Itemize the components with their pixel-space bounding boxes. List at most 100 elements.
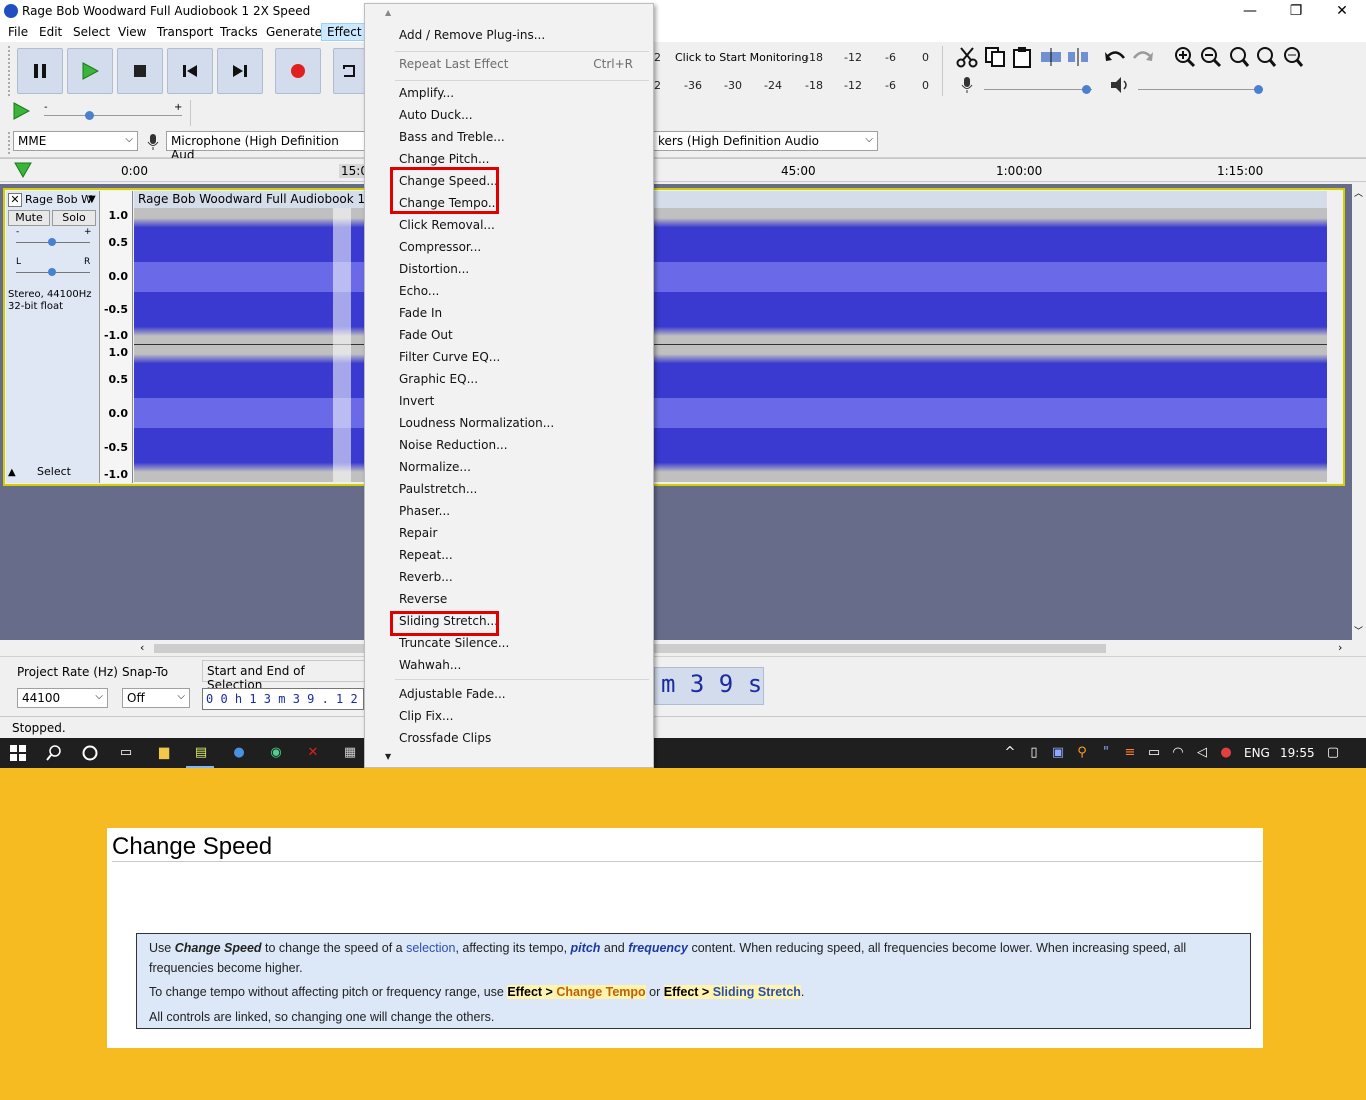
scroll-left-icon[interactable]: ‹ <box>140 641 144 654</box>
wifi-icon[interactable]: ◠ <box>1170 745 1186 761</box>
fit-project-button[interactable] <box>1255 46 1277 71</box>
menu-effect[interactable]: Effect <box>321 23 368 41</box>
menu-item-fade-out[interactable]: Fade Out <box>399 328 453 342</box>
cortana-icon[interactable] <box>82 745 98 764</box>
select-track-button[interactable]: Select <box>24 465 84 481</box>
solo-button[interactable]: Solo <box>52 210 96 226</box>
horizontal-scrollbar[interactable]: ‹ › <box>134 641 1352 655</box>
track-close-button[interactable]: ✕ <box>8 193 22 207</box>
menu-item-reverse[interactable]: Reverse <box>399 592 447 606</box>
clock[interactable]: 19:55 <box>1280 746 1315 760</box>
project-rate-select[interactable]: 44100 ⌵ <box>17 688 108 708</box>
menu-transport[interactable]: Transport <box>157 25 213 39</box>
tray-bars-icon[interactable]: ≡ <box>1122 745 1138 761</box>
vertical-scrollbar[interactable]: ︿ ﹀ <box>1352 184 1366 640</box>
search-icon[interactable] <box>46 745 62 764</box>
gain-slider-thumb[interactable] <box>48 238 56 246</box>
zoom-toggle-button[interactable] <box>1282 46 1304 71</box>
minimize-button[interactable]: — <box>1227 2 1273 20</box>
app-x-icon[interactable]: ✕ <box>305 745 321 761</box>
menu-item-paulstretch[interactable]: Paulstretch... <box>399 482 477 496</box>
menu-item-bass-and-treble[interactable]: Bass and Treble... <box>399 130 505 144</box>
play-at-speed-button[interactable] <box>12 102 32 124</box>
selection-mode-select[interactable]: Start and End of Selection <box>202 660 366 692</box>
cut-button[interactable] <box>956 46 978 71</box>
audio-host-select[interactable]: MME ⌵ <box>13 131 138 151</box>
menu-edit[interactable]: Edit <box>39 25 62 39</box>
tray-expand-icon[interactable]: ^ <box>1002 745 1018 761</box>
menu-item-clip-fix[interactable]: Clip Fix... <box>399 709 453 723</box>
monitor-button[interactable]: Click to Start Monitoring <box>675 51 808 64</box>
mute-button[interactable]: Mute <box>8 210 50 226</box>
menu-item-repair[interactable]: Repair <box>399 526 437 540</box>
frequency-link[interactable]: frequency <box>628 941 688 955</box>
menu-item-click-removal[interactable]: Click Removal... <box>399 218 495 232</box>
menu-item-wahwah[interactable]: Wahwah... <box>399 658 461 672</box>
track-menu-arrow-icon[interactable]: ▼ <box>88 194 96 205</box>
menu-item-amplify[interactable]: Amplify... <box>399 86 454 100</box>
language-indicator[interactable]: ENG <box>1244 746 1270 760</box>
change-tempo-link[interactable]: Change Tempo <box>556 985 645 999</box>
play-button[interactable] <box>67 48 113 94</box>
collapse-arrow-icon[interactable]: ▲ <box>8 467 16 478</box>
fit-selection-button[interactable] <box>1228 46 1250 71</box>
menu-item-distortion[interactable]: Distortion... <box>399 262 469 276</box>
pan-slider-thumb[interactable] <box>48 268 56 276</box>
menu-item-normalize[interactable]: Normalize... <box>399 460 471 474</box>
redo-button[interactable] <box>1130 46 1154 71</box>
menu-item-adjustable-fade[interactable]: Adjustable Fade... <box>399 687 506 701</box>
audio-position-display[interactable]: m 3 9 s <box>654 667 764 705</box>
menu-item-graphic-eq[interactable]: Graphic EQ... <box>399 372 478 386</box>
paste-button[interactable] <box>1011 46 1033 71</box>
playback-volume-slider[interactable] <box>1138 89 1262 90</box>
scroll-right-icon[interactable]: › <box>1338 641 1342 654</box>
zoom-in-button[interactable] <box>1174 46 1196 71</box>
clip-title-bar[interactable]: Rage Bob Woodward Full Audiobook 1 2X <box>134 191 1327 208</box>
stop-button[interactable] <box>117 48 163 94</box>
menu-item-add-remove-plug-ins[interactable]: Add / Remove Plug-ins... <box>399 28 545 42</box>
menu-scroll-up-icon[interactable]: ▲ <box>385 8 391 17</box>
menu-view[interactable]: View <box>118 25 146 39</box>
menu-item-auto-duck[interactable]: Auto Duck... <box>399 108 473 122</box>
menu-path-sliding-stretch[interactable]: Effect > Sliding Stretch <box>663 985 801 999</box>
close-button[interactable]: ✕ <box>1319 2 1365 20</box>
menu-item-truncate-silence[interactable]: Truncate Silence... <box>399 636 509 650</box>
browser-icon[interactable]: ● <box>231 745 247 761</box>
menu-item-echo[interactable]: Echo... <box>399 284 439 298</box>
tray-app-icon[interactable]: ▣ <box>1050 745 1066 761</box>
menu-item-loudness-normalization[interactable]: Loudness Normalization... <box>399 416 554 430</box>
tray-search-icon[interactable]: ⚲ <box>1074 745 1090 761</box>
menu-scroll-down-icon[interactable]: ▼ <box>385 752 391 761</box>
calculator-icon[interactable]: ▦ <box>342 745 358 761</box>
menu-item-noise-reduction[interactable]: Noise Reduction... <box>399 438 508 452</box>
usb-icon[interactable]: ▯ <box>1026 745 1042 761</box>
notifications-icon[interactable]: ▢ <box>1325 745 1341 761</box>
loop-button[interactable] <box>333 48 365 94</box>
maximize-button[interactable]: ❐ <box>1273 2 1319 20</box>
scroll-up-icon[interactable]: ︿ <box>1354 186 1363 199</box>
menu-item-invert[interactable]: Invert <box>399 394 434 408</box>
menu-item-compressor[interactable]: Compressor... <box>399 240 481 254</box>
menu-item-change-pitch[interactable]: Change Pitch... <box>399 152 489 166</box>
menu-item-filter-curve-eq[interactable]: Filter Curve EQ... <box>399 350 500 364</box>
recording-volume-slider[interactable] <box>984 89 1092 90</box>
snap-to-select[interactable]: Off ⌵ <box>122 688 190 708</box>
skip-start-button[interactable] <box>167 48 213 94</box>
selection-start-time[interactable]: 0 0 h 1 3 m 3 9 . 1 2 9 s <box>202 688 364 710</box>
menu-item-repeat-last-effect[interactable]: Repeat Last Effect <box>399 57 508 71</box>
selection-link[interactable]: selection <box>406 941 455 955</box>
notepad-icon[interactable]: ▤ <box>193 745 209 761</box>
battery-icon[interactable]: ▭ <box>1146 745 1162 761</box>
menu-item-phaser[interactable]: Phaser... <box>399 504 450 518</box>
scroll-down-icon[interactable]: ﹀ <box>1354 624 1363 637</box>
selection-region[interactable] <box>333 208 351 482</box>
skip-end-button[interactable] <box>217 48 263 94</box>
recording-device-select[interactable]: Microphone (High Definition Aud <box>166 131 366 162</box>
menu-item-crossfade-clips[interactable]: Crossfade Clips <box>399 731 491 745</box>
zoom-out-button[interactable] <box>1200 46 1222 71</box>
menu-item-fade-in[interactable]: Fade In <box>399 306 442 320</box>
chrome-icon[interactable]: ◉ <box>268 745 284 761</box>
timeline-ruler[interactable]: 0:00 15:0 45:00 1:00:00 1:15:00 <box>0 158 1366 182</box>
speed-slider-track[interactable] <box>44 115 182 116</box>
copy-button[interactable] <box>984 46 1006 71</box>
